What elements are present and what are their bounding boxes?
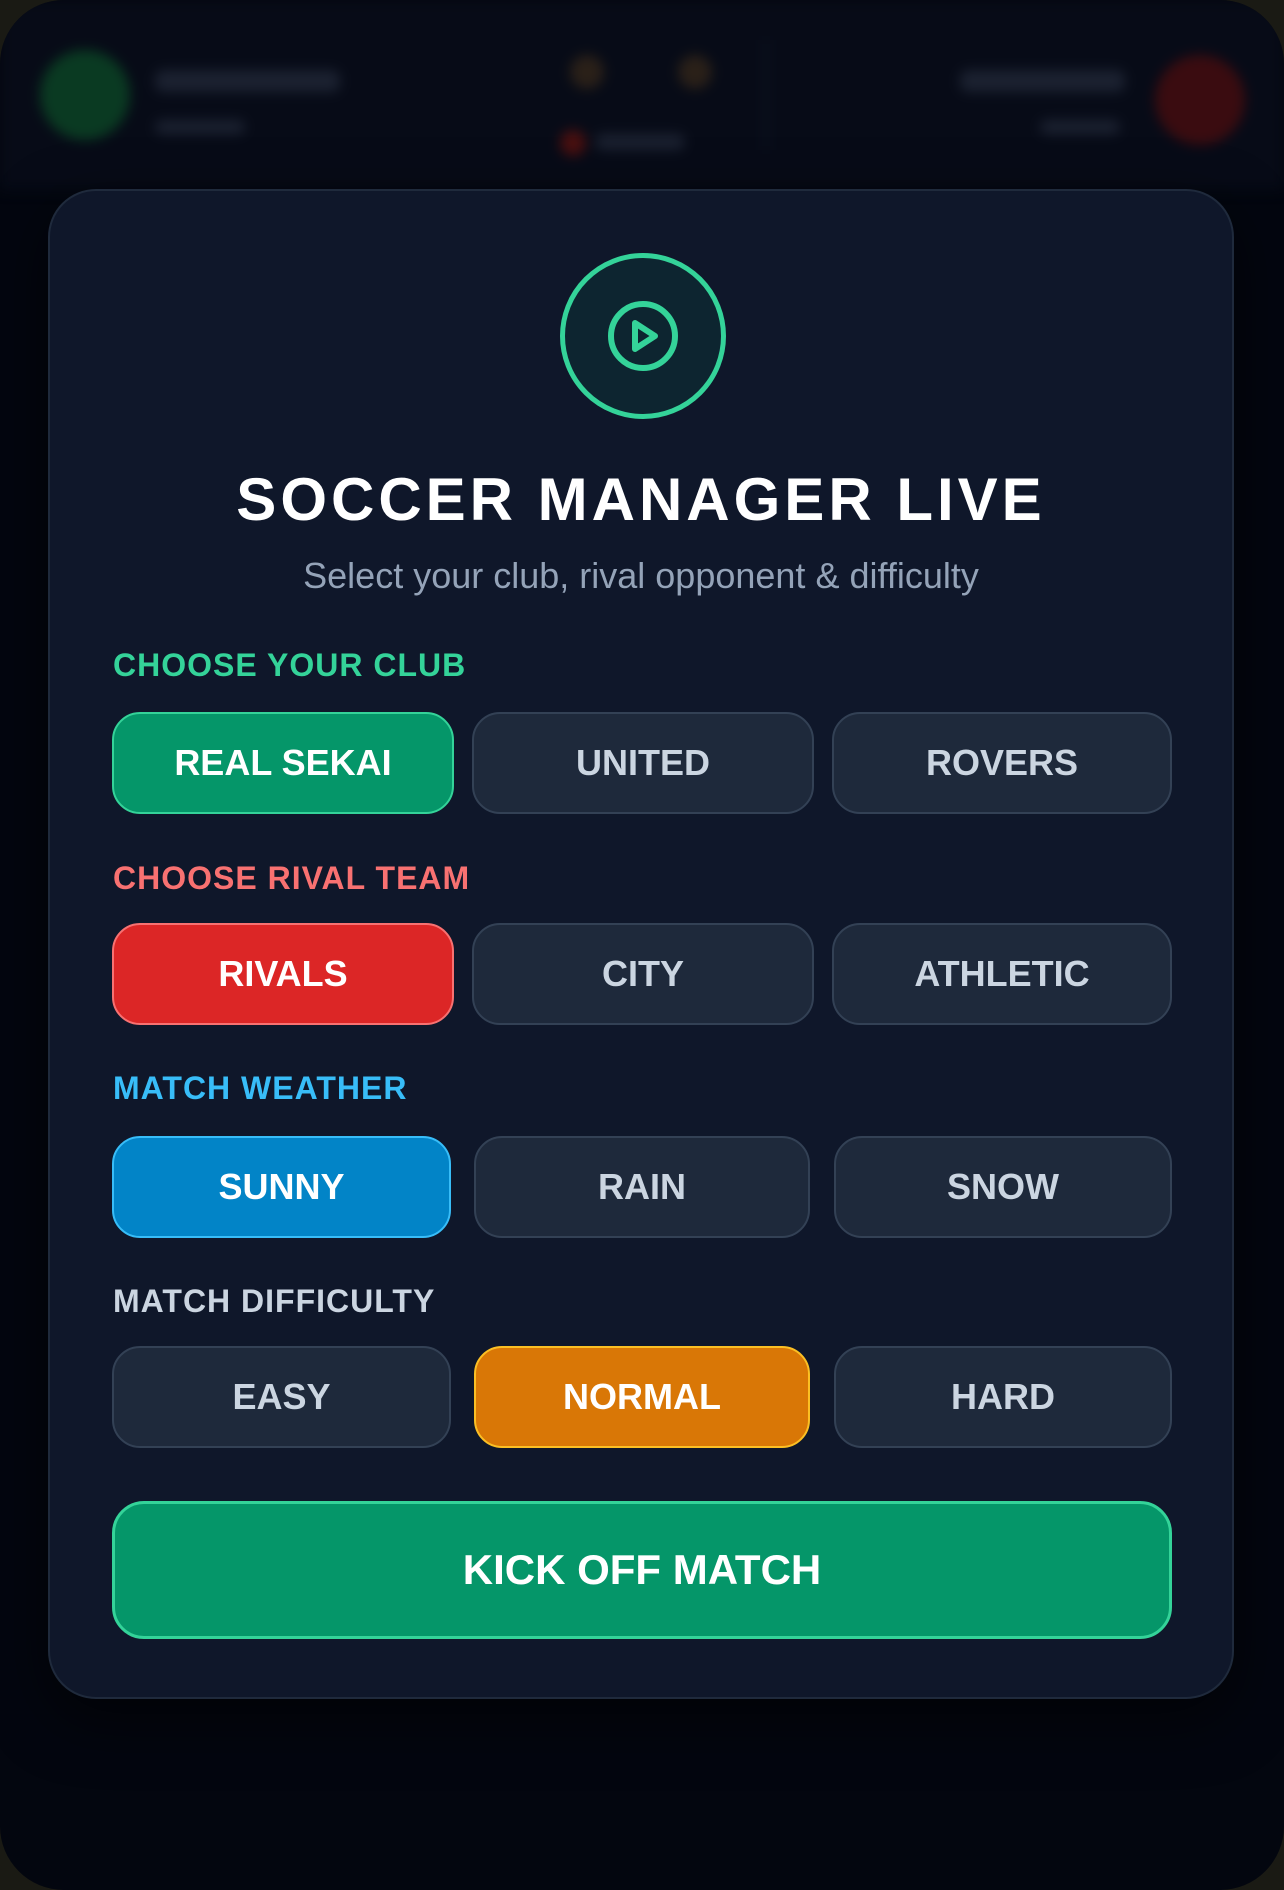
weather-option-rain[interactable]: RAIN: [474, 1136, 810, 1238]
home-team-name-placeholder: [155, 70, 340, 92]
rival-option-rivals[interactable]: RIVALS: [112, 923, 454, 1025]
match-setup-modal: SOCCER MANAGER LIVE Select your club, ri…: [48, 189, 1234, 1699]
weather-option-sunny[interactable]: SUNNY: [112, 1136, 451, 1238]
match-clock-placeholder: [595, 134, 685, 150]
logo-badge: [560, 253, 726, 419]
club-option-real-sekai[interactable]: REAL SEKAI: [112, 712, 454, 814]
app-screen: SOCCER MANAGER LIVE Select your club, ri…: [0, 0, 1284, 1890]
away-team-badge: [1155, 55, 1245, 145]
score-dot-away: [678, 55, 712, 89]
live-indicator: [560, 130, 586, 156]
weather-section-label: MATCH WEATHER: [113, 1070, 408, 1106]
app-subtitle: Select your club, rival opponent & diffi…: [303, 555, 979, 596]
difficulty-section-label: MATCH DIFFICULTY: [113, 1283, 436, 1319]
rival-option-city[interactable]: CITY: [472, 923, 814, 1025]
away-team-name-placeholder: [960, 70, 1125, 92]
scoreboard-divider: [765, 40, 767, 150]
weather-options: SUNNY RAIN SNOW: [112, 1136, 1172, 1238]
score-dot-home: [570, 55, 604, 89]
club-option-united[interactable]: UNITED: [472, 712, 814, 814]
rival-options: RIVALS CITY ATHLETIC: [112, 923, 1172, 1025]
app-title: SOCCER MANAGER LIVE: [236, 466, 1046, 533]
home-team-sub-placeholder: [155, 120, 245, 134]
rival-option-athletic[interactable]: ATHLETIC: [832, 923, 1172, 1025]
rival-section-label: CHOOSE RIVAL TEAM: [113, 860, 471, 896]
club-options: REAL SEKAI UNITED ROVERS: [112, 712, 1172, 814]
home-team-badge: [40, 50, 130, 140]
difficulty-option-normal[interactable]: NORMAL: [474, 1346, 810, 1448]
club-option-rovers[interactable]: ROVERS: [832, 712, 1172, 814]
weather-option-snow[interactable]: SNOW: [834, 1136, 1172, 1238]
kick-off-button[interactable]: KICK OFF MATCH: [112, 1501, 1172, 1639]
play-circle-icon: [608, 301, 678, 371]
background-scoreboard: [0, 0, 1284, 190]
difficulty-option-hard[interactable]: HARD: [834, 1346, 1172, 1448]
away-team-sub-placeholder: [1040, 120, 1120, 134]
difficulty-option-easy[interactable]: EASY: [112, 1346, 451, 1448]
difficulty-options: EASY NORMAL HARD: [112, 1346, 1172, 1448]
club-section-label: CHOOSE YOUR CLUB: [113, 647, 467, 683]
